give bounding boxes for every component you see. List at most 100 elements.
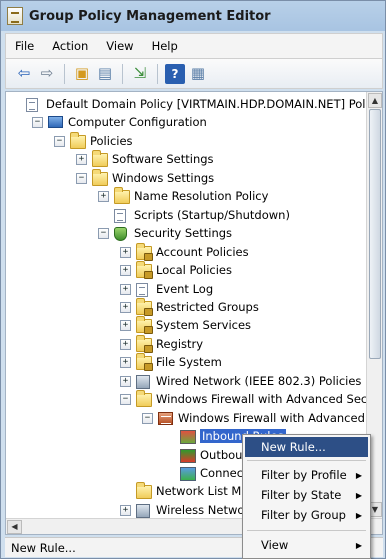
tree-node[interactable]: Default Domain Policy [VIRTMAIN.HDP.DOMA…	[6, 96, 368, 114]
collapse-icon[interactable]: −	[76, 172, 87, 184]
expand-icon[interactable]: +	[120, 265, 131, 277]
tree-node[interactable]: + System Services	[6, 316, 368, 335]
tree-node-label: Local Policies	[156, 263, 232, 278]
tree-node[interactable]: + File System	[6, 353, 368, 372]
inbound-rules-icon	[180, 430, 196, 445]
menu-file[interactable]: File	[6, 39, 43, 53]
expand-icon[interactable]: +	[120, 283, 131, 295]
tree-node[interactable]: + Local Policies	[6, 261, 368, 280]
tree-node[interactable]: − Windows Firewall with Advanced Se	[6, 410, 368, 428]
export-list-icon[interactable]: ⇲	[130, 64, 150, 84]
submenu-arrow-icon: ▶	[355, 470, 362, 480]
context-menu-item-label: New Rule...	[261, 440, 326, 454]
expand-icon[interactable]: +	[120, 301, 131, 313]
tree-node[interactable]: − Security Settings	[6, 225, 368, 243]
context-menu-item[interactable]: View ▶	[245, 535, 368, 555]
submenu-arrow-icon: ▶	[355, 540, 362, 550]
wired-network-icon	[136, 374, 150, 389]
expand-icon[interactable]: +	[120, 246, 131, 258]
folder-lock-icon	[136, 242, 153, 261]
folder-lock-icon	[136, 297, 153, 316]
collapse-icon[interactable]: −	[54, 135, 65, 147]
up-folder-icon[interactable]: ▣	[72, 64, 92, 84]
tree-node-label: Windows Settings	[112, 170, 215, 185]
tree-node-label: Policies	[90, 133, 133, 148]
gpo-editor-icon	[7, 7, 23, 25]
expand-icon[interactable]: +	[120, 504, 131, 516]
context-menu-item[interactable]: Filter by Profile ▶	[245, 465, 368, 485]
menu-action[interactable]: Action	[43, 39, 97, 53]
tree-node[interactable]: Scripts (Startup/Shutdown)	[6, 207, 368, 225]
submenu-arrow-icon: ▶	[355, 490, 362, 500]
help-icon[interactable]: ?	[165, 63, 185, 84]
forward-icon[interactable]: ⇨	[37, 64, 57, 84]
scroll-thumb[interactable]	[369, 109, 381, 359]
folder-lock-icon	[136, 316, 153, 335]
context-menu-item-label: View	[261, 538, 289, 552]
tree-node[interactable]: − Windows Settings	[6, 168, 368, 188]
window-title: Group Policy Management Editor	[29, 8, 271, 24]
menu-view[interactable]: View	[97, 39, 142, 53]
folder-icon	[136, 482, 152, 500]
tree-node[interactable]: − Computer Configuration	[6, 114, 368, 132]
tree-node-label: Software Settings	[112, 152, 214, 167]
scroll-up-icon[interactable]: ▲	[368, 93, 382, 108]
show-hide-tree-icon[interactable]: ▤	[95, 64, 115, 84]
expand-icon[interactable]: +	[120, 375, 131, 387]
context-menu-item[interactable]: Filter by Group ▶	[245, 505, 368, 525]
tree-node-label: Computer Configuration	[68, 115, 207, 130]
expand-icon[interactable]: +	[98, 191, 109, 203]
expand-icon[interactable]: +	[120, 320, 131, 332]
context-menu-item-label: Filter by Group	[261, 508, 346, 522]
toolbar-separator	[157, 63, 158, 84]
menu-help[interactable]: Help	[143, 39, 187, 53]
tree-node[interactable]: + Software Settings	[6, 150, 368, 169]
context-menu-item[interactable]: New Rule...	[245, 437, 368, 457]
tree-node-label: Restricted Groups	[156, 299, 259, 314]
back-icon[interactable]: ⇦	[14, 64, 34, 84]
properties-icon[interactable]: ▦	[188, 64, 208, 84]
collapse-icon[interactable]: −	[142, 412, 153, 424]
tree-node-label: Scripts (Startup/Shutdown)	[134, 207, 290, 222]
tree-node-label: Default Domain Policy [VIRTMAIN.HDP.DOMA…	[46, 97, 368, 111]
toolbar-separator	[122, 63, 123, 84]
tree-node[interactable]: + Wired Network (IEEE 802.3) Policies	[6, 373, 368, 391]
expand-icon[interactable]: +	[120, 357, 131, 369]
collapse-icon[interactable]: −	[32, 117, 43, 129]
expand-icon[interactable]: +	[120, 338, 131, 350]
connection-rules-icon	[180, 467, 196, 481]
tree-node[interactable]: + Name Resolution Policy	[6, 187, 368, 206]
security-icon	[114, 227, 127, 242]
folder-lock-icon	[136, 261, 153, 280]
folder-lock-icon	[136, 353, 153, 372]
event-log-icon	[136, 282, 148, 297]
context-menu-item[interactable]: Filter by State ▶	[245, 485, 368, 505]
computer-icon	[48, 116, 63, 129]
folder-icon	[92, 150, 108, 168]
tree-node[interactable]: + Registry	[6, 334, 368, 354]
context-menu-item-label: Filter by Profile	[261, 468, 347, 482]
tree-node[interactable]: − Windows Firewall with Advanced Secur	[6, 390, 368, 409]
expand-icon[interactable]: +	[76, 154, 87, 166]
tree-node[interactable]: + Event Log	[6, 281, 368, 299]
menu-separator	[247, 530, 366, 531]
outbound-rules-icon	[180, 448, 196, 463]
toolbar: ⇦ ⇨ ▣ ▤ ⇲ ? ▦	[5, 59, 383, 89]
tree-node[interactable]: + Account Policies	[6, 242, 368, 262]
status-text: New Rule...	[11, 540, 76, 555]
title-bar[interactable]: Group Policy Management Editor	[1, 1, 385, 31]
scroll-left-icon[interactable]: ◀	[7, 520, 22, 534]
tree-node-label: File System	[156, 355, 222, 370]
menu-bar: File Action View Help	[5, 33, 383, 59]
collapse-icon[interactable]: −	[98, 228, 109, 240]
toolbar-separator	[64, 63, 65, 84]
script-doc-icon	[114, 208, 126, 223]
wireless-network-icon	[136, 503, 150, 518]
collapse-icon[interactable]: −	[120, 394, 131, 406]
folder-icon	[70, 131, 86, 149]
submenu-arrow-icon: ▶	[355, 510, 362, 520]
tree-node[interactable]: − Policies	[6, 131, 368, 151]
tree-node-label: Windows Firewall with Advanced Secur	[156, 392, 368, 407]
tree-node-label: Account Policies	[156, 244, 249, 259]
tree-node[interactable]: + Restricted Groups	[6, 297, 368, 317]
